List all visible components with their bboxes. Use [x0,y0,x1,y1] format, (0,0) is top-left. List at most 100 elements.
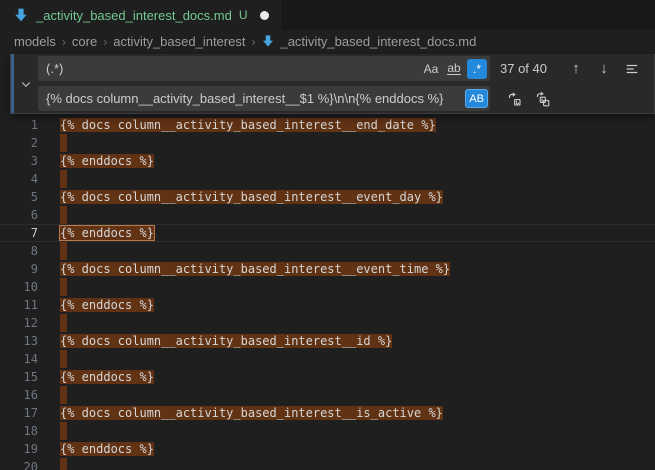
line-number[interactable]: 11 [0,296,38,314]
line-content[interactable] [60,386,67,404]
empty-match-highlight [60,206,67,224]
empty-match-highlight [60,314,67,332]
line-content[interactable]: {% docs column__activity_based_interest_… [60,116,436,134]
find-match: {% enddocs %} [60,442,154,456]
code-line: 18 [0,422,655,440]
line-number[interactable]: 4 [0,170,38,188]
line-number[interactable]: 6 [0,206,38,224]
breadcrumb-file-name: _activity_based_interest_docs.md [280,34,476,49]
code-line: 14 [0,350,655,368]
breadcrumb-item[interactable]: activity_based_interest [113,34,245,49]
match-case-toggle[interactable]: Aa [421,59,441,79]
code-line: 8 [0,242,655,260]
line-content[interactable] [60,422,67,440]
find-match: {% enddocs %} [60,370,154,384]
close-find-widget-button[interactable]: × [650,59,655,79]
line-number[interactable]: 13 [0,332,38,350]
line-content[interactable]: {% enddocs %} [60,224,154,242]
editor[interactable]: 1 {% docs column__activity_based_interest… [0,52,655,470]
line-number[interactable]: 19 [0,440,38,458]
line-content[interactable] [60,278,67,296]
code-line: 9 {% docs column__activity_based_interest… [0,260,655,278]
git-status-badge: U [239,8,248,22]
line-number[interactable]: 5 [0,188,38,206]
code-line: 5 {% docs column__activity_based_interest… [0,188,655,206]
code-line: 2 [0,134,655,152]
line-content[interactable]: {% docs column__activity_based_interest_… [60,332,392,350]
line-content[interactable]: {% docs column__activity_based_interest_… [60,188,443,206]
line-content[interactable] [60,458,67,470]
find-row: (.*) Aa ab .* 37 of 40 ↑ ↓ × [38,56,655,81]
find-match: {% docs column__activity_based_interest_… [60,118,436,132]
line-number[interactable]: 1 [0,116,38,134]
find-input[interactable]: (.*) Aa ab .* [38,56,490,81]
line-content[interactable] [60,134,67,152]
empty-match-highlight [60,422,67,440]
line-number[interactable]: 8 [0,242,38,260]
replace-input[interactable]: {% docs column__activity_based_interest_… [38,86,490,111]
line-content[interactable]: {% docs column__activity_based_interest_… [60,260,450,278]
tab-title: _activity_based_interest_docs.md [36,8,232,23]
empty-match-highlight [60,458,67,470]
breadcrumb-item[interactable]: core [72,34,97,49]
breadcrumb-item[interactable]: models [14,34,56,49]
line-number[interactable]: 18 [0,422,38,440]
preserve-case-toggle[interactable]: AB [465,89,488,108]
code-line: 3 {% enddocs %} [0,152,655,170]
toggle-replace-button[interactable] [14,54,38,113]
find-match: {% enddocs %} [60,154,154,168]
line-number[interactable]: 12 [0,314,38,332]
line-content[interactable] [60,350,67,368]
line-number[interactable]: 3 [0,152,38,170]
next-match-button[interactable]: ↓ [594,59,614,79]
find-match: {% docs column__activity_based_interest_… [60,334,392,348]
modified-indicator-dot[interactable] [260,11,269,20]
empty-match-highlight [60,242,67,260]
tab-active-file[interactable]: _activity_based_interest_docs.md U [0,0,283,30]
code-line: 19 {% enddocs %} [0,440,655,458]
replace-input-value: {% docs column__activity_based_interest_… [46,91,465,106]
line-content[interactable] [60,206,67,224]
markdown-file-icon [13,7,29,23]
line-content[interactable] [60,242,67,260]
current-find-match: {% enddocs %} [60,226,154,240]
line-number[interactable]: 2 [0,134,38,152]
line-content[interactable]: {% docs column__activity_based_interest_… [60,404,443,422]
line-number[interactable]: 7 [0,224,38,242]
line-number[interactable]: 9 [0,260,38,278]
replace-button[interactable] [504,89,524,109]
code-area[interactable]: 1 {% docs column__activity_based_interest… [0,52,655,470]
line-content[interactable]: {% enddocs %} [60,296,154,314]
line-content[interactable] [60,314,67,332]
code-line: 4 [0,170,655,188]
chevron-down-icon [20,78,32,90]
breadcrumb-separator-icon: › [62,35,66,49]
find-input-value: (.*) [46,61,421,76]
code-line: 17 {% docs column__activity_based_interes… [0,404,655,422]
tab-bar: _activity_based_interest_docs.md U [0,0,655,30]
line-content[interactable]: {% enddocs %} [60,440,154,458]
find-match: {% docs column__activity_based_interest_… [60,406,443,420]
code-line: 7 {% enddocs %} [0,224,655,242]
find-in-selection-button[interactable] [622,59,642,79]
whole-word-toggle[interactable]: ab [444,59,464,79]
empty-match-highlight [60,278,67,296]
line-content[interactable] [60,170,67,188]
find-match: {% docs column__activity_based_interest_… [60,190,443,204]
line-number[interactable]: 10 [0,278,38,296]
line-content[interactable]: {% enddocs %} [60,368,154,386]
replace-all-button[interactable] [533,89,553,109]
code-line: 15 {% enddocs %} [0,368,655,386]
results-count: 37 of 40 [500,61,562,76]
replace-all-icon [535,91,551,107]
line-content[interactable]: {% enddocs %} [60,152,154,170]
line-number[interactable]: 20 [0,458,38,470]
line-number[interactable]: 14 [0,350,38,368]
line-number[interactable]: 15 [0,368,38,386]
line-number[interactable]: 16 [0,386,38,404]
breadcrumb-file[interactable]: _activity_based_interest_docs.md [261,34,476,49]
line-number[interactable]: 17 [0,404,38,422]
previous-match-button[interactable]: ↑ [566,59,586,79]
regex-toggle[interactable]: .* [467,59,487,79]
markdown-file-icon [261,34,275,48]
